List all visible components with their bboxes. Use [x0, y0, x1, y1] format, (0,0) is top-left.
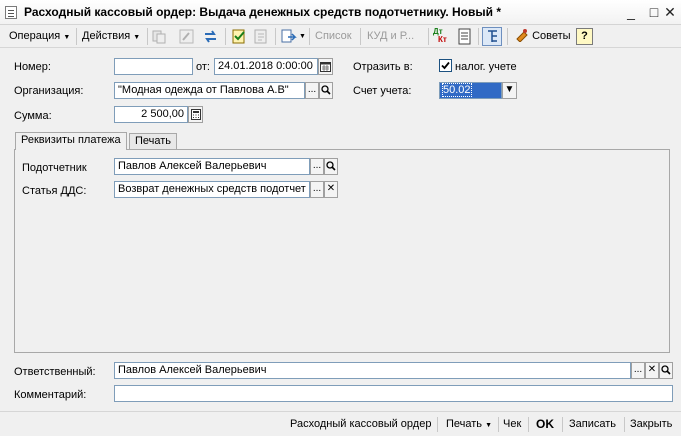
- operation-menu-label: Операция: [9, 30, 61, 42]
- calendar-icon: [320, 62, 331, 72]
- cash-flow-clear-button[interactable]: ✕: [324, 181, 338, 198]
- document-icon: [5, 6, 17, 19]
- reflect-label: Отразить в:: [353, 61, 413, 73]
- window-title: Расходный кассовый ордер: Выдача денежны…: [24, 5, 501, 19]
- dt-kt-icon[interactable]: Дт Кт: [433, 28, 447, 44]
- magnifier-icon: [321, 85, 331, 95]
- bottom-separator: [624, 417, 625, 432]
- calculator-icon: [190, 109, 201, 120]
- calculator-button[interactable]: [188, 106, 203, 123]
- toolbar-separator: [478, 28, 479, 45]
- based-on-icon[interactable]: [280, 28, 297, 45]
- number-input[interactable]: [114, 58, 193, 75]
- receipt-button[interactable]: Чек: [503, 416, 521, 433]
- bottom-separator: [437, 417, 438, 432]
- unpost-document-icon[interactable]: [253, 28, 270, 45]
- dropdown-arrow-icon: ▼: [485, 422, 493, 429]
- number-label: Номер:: [14, 61, 51, 73]
- save-button[interactable]: Записать: [569, 416, 616, 433]
- ok-button[interactable]: OK: [536, 416, 554, 433]
- bottom-separator: [562, 417, 563, 432]
- cash-flow-item-input[interactable]: Возврат денежных средств подотчет: [114, 181, 310, 198]
- tree-toggle-button[interactable]: [482, 27, 502, 46]
- post-document-icon[interactable]: [231, 28, 248, 45]
- payment-details-panel: [14, 149, 670, 353]
- tips-icon: [516, 29, 528, 43]
- tab-print[interactable]: Печать: [129, 133, 178, 150]
- operation-menu[interactable]: Операция ▼: [6, 27, 73, 46]
- date-input[interactable]: 24.01.2018 0:00:00: [214, 58, 318, 75]
- tax-accounting-label: налог. учете: [455, 61, 517, 73]
- dropdown-arrow-icon[interactable]: ▼: [299, 33, 306, 40]
- cash-flow-item-label: Статья ДДС:: [22, 185, 87, 197]
- organization-select-button[interactable]: ...: [305, 82, 319, 99]
- title-bar: Расходный кассовый ордер: Выдача денежны…: [0, 0, 681, 25]
- copy-icon[interactable]: [151, 28, 168, 45]
- edit-icon[interactable]: [178, 28, 195, 45]
- actions-menu[interactable]: Действия ▼: [79, 27, 143, 46]
- close-button[interactable]: ✕: [659, 2, 681, 22]
- tax-accounting-checkbox[interactable]: [439, 59, 452, 72]
- cash-order-report-button[interactable]: Расходный кассовый ордер: [290, 416, 431, 433]
- print-menu-button[interactable]: Печать ▼: [446, 416, 492, 433]
- responsible-label: Ответственный:: [14, 366, 96, 378]
- close-form-button[interactable]: Закрыть: [630, 416, 672, 433]
- list-button[interactable]: Список: [312, 27, 355, 46]
- comment-label: Комментарий:: [14, 389, 87, 401]
- account-label: Счет учета:: [353, 85, 412, 97]
- toolbar: Операция ▼ Действия ▼ ▼ Список КУД и Р..…: [0, 25, 681, 48]
- cash-flow-select-button[interactable]: ...: [310, 181, 324, 198]
- toolbar-separator: [76, 28, 77, 45]
- toolbar-separator: [225, 28, 226, 45]
- minimize-button[interactable]: _: [620, 2, 642, 22]
- hierarchy-icon: [488, 30, 497, 42]
- comment-input[interactable]: [114, 385, 673, 402]
- sum-input[interactable]: 2 500,00: [114, 106, 188, 123]
- account-select[interactable]: 50.02: [439, 82, 502, 99]
- dropdown-arrow-icon: ▼: [133, 34, 141, 41]
- bottom-separator: [528, 417, 529, 432]
- organization-label: Организация:: [14, 85, 84, 97]
- responsible-clear-button[interactable]: ✕: [645, 362, 659, 379]
- toolbar-separator: [275, 28, 276, 45]
- accountable-select-button[interactable]: ...: [310, 158, 324, 175]
- checkmark-icon: [441, 61, 450, 70]
- calendar-button[interactable]: [318, 58, 333, 75]
- bottom-bar: Расходный кассовый ордер Печать ▼ Чек OK…: [0, 411, 681, 436]
- dropdown-arrow-icon: ▼: [63, 34, 71, 41]
- accountable-person-label: Подотчетник: [22, 162, 87, 174]
- tips-label: Советы: [532, 30, 571, 42]
- organization-input[interactable]: "Модная одежда от Павлова А.В": [114, 82, 305, 99]
- magnifier-icon: [326, 161, 336, 171]
- refresh-icon[interactable]: [202, 28, 219, 45]
- responsible-input[interactable]: Павлов Алексей Валерьевич: [114, 362, 631, 379]
- accountable-open-button[interactable]: [324, 158, 338, 175]
- accountable-person-input[interactable]: Павлов Алексей Валерьевич: [114, 158, 310, 175]
- toolbar-separator: [309, 28, 310, 45]
- tips-button[interactable]: Советы: [512, 27, 574, 46]
- account-dropdown-button[interactable]: ▼: [502, 82, 517, 99]
- help-button[interactable]: ?: [576, 28, 593, 45]
- actions-menu-label: Действия: [82, 30, 131, 42]
- responsible-select-button[interactable]: ...: [631, 362, 645, 379]
- toolbar-separator: [428, 28, 429, 45]
- tab-payment-details[interactable]: Реквизиты платежа: [15, 132, 127, 150]
- account-value: 50.02: [442, 83, 472, 97]
- organization-open-button[interactable]: [319, 82, 333, 99]
- kud-button[interactable]: КУД и Р...: [364, 27, 417, 46]
- bottom-separator: [498, 417, 499, 432]
- toolbar-separator: [507, 28, 508, 45]
- kt-label: Кт: [438, 35, 447, 44]
- date-label: от:: [196, 61, 210, 73]
- toolbar-separator: [360, 28, 361, 45]
- magnifier-icon: [661, 365, 671, 375]
- print-menu-label: Печать: [446, 418, 483, 430]
- report-structure-icon[interactable]: [456, 28, 473, 45]
- responsible-open-button[interactable]: [659, 362, 673, 379]
- sum-label: Сумма:: [14, 110, 52, 122]
- toolbar-separator: [147, 28, 148, 45]
